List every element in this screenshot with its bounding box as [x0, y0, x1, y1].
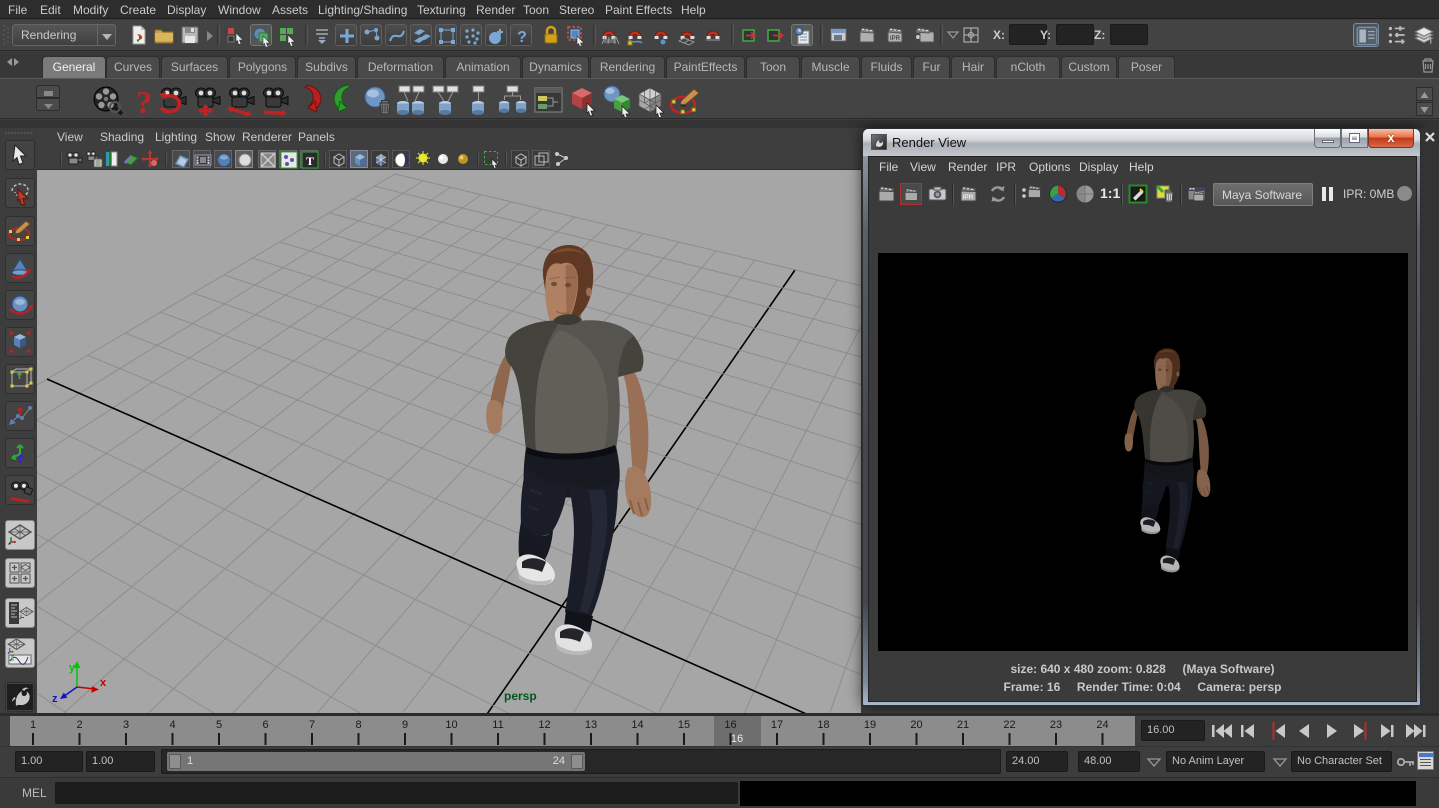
svg-text:16: 16	[731, 733, 743, 745]
svg-text:10: 10	[445, 719, 457, 731]
svg-text:6: 6	[262, 719, 268, 731]
svg-text:2: 2	[76, 719, 82, 731]
svg-text:9: 9	[402, 719, 408, 731]
svg-text:T: T	[306, 154, 314, 168]
svg-text:16: 16	[724, 719, 736, 731]
svg-text:20: 20	[910, 719, 922, 731]
svg-text:15: 15	[678, 719, 690, 731]
svg-text:14: 14	[631, 719, 643, 731]
svg-text:IPR: IPR	[963, 194, 974, 201]
svg-text:18: 18	[817, 719, 829, 731]
svg-text:?: ?	[136, 84, 152, 117]
svg-text:8: 8	[355, 719, 361, 731]
svg-text:3: 3	[123, 719, 129, 731]
svg-text:23: 23	[1050, 719, 1062, 731]
svg-text:17: 17	[771, 719, 783, 731]
svg-text:19: 19	[864, 719, 876, 731]
svg-text:7: 7	[309, 719, 315, 731]
svg-text:22: 22	[1003, 719, 1015, 731]
svg-text:11: 11	[492, 719, 503, 731]
svg-text:21: 21	[957, 719, 969, 731]
svg-text:IPR: IPR	[890, 36, 901, 42]
svg-text:5: 5	[216, 719, 222, 731]
svg-text:4: 4	[169, 719, 175, 731]
svg-text:13: 13	[585, 719, 597, 731]
svg-text:1: 1	[30, 719, 36, 731]
svg-text:12: 12	[538, 719, 550, 731]
svg-text:24: 24	[1096, 719, 1108, 731]
svg-text:?: ?	[517, 29, 527, 46]
